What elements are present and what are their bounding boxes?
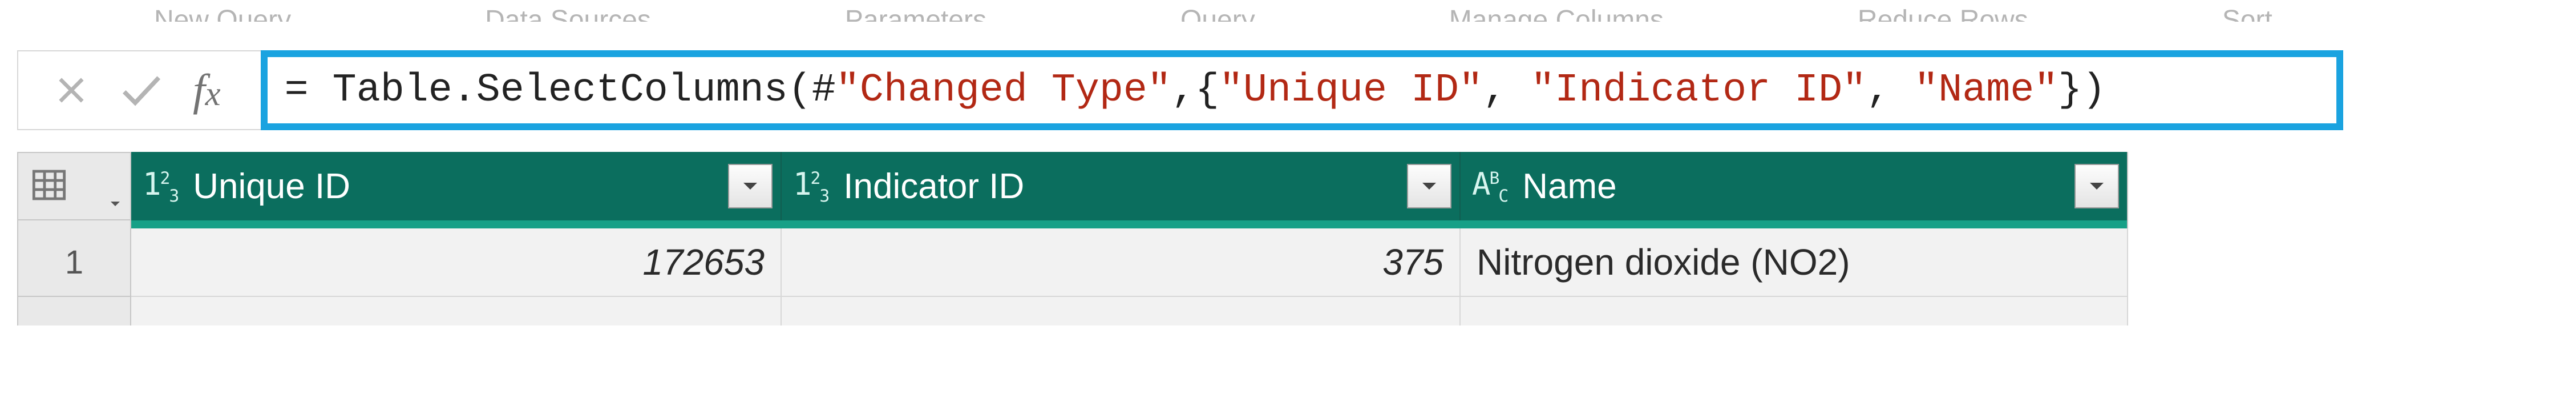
formula-text: , bbox=[1866, 68, 1914, 113]
column-quality-bar bbox=[17, 220, 2185, 228]
ribbon-label: Parameters bbox=[845, 5, 986, 22]
formula-text: , bbox=[1483, 68, 1531, 113]
ribbon-label: Reduce Rows bbox=[1858, 5, 2028, 22]
column-filter-button[interactable] bbox=[2074, 164, 2119, 208]
cancel-icon[interactable] bbox=[52, 71, 90, 109]
row-number[interactable] bbox=[17, 297, 131, 325]
cell-name[interactable]: Nitrogen dioxide (NO2) bbox=[1461, 228, 2128, 297]
cell-indicator-id[interactable]: 375 bbox=[782, 228, 1461, 297]
chevron-down-icon bbox=[108, 197, 122, 214]
table-row[interactable] bbox=[17, 297, 2185, 325]
column-header-name[interactable]: ABC Name bbox=[1461, 152, 2128, 220]
table-icon bbox=[31, 167, 67, 206]
column-filter-button[interactable] bbox=[728, 164, 773, 208]
ribbon-label: Query bbox=[1180, 5, 1255, 22]
column-label: Unique ID bbox=[193, 166, 350, 207]
formula-text: = Table.SelectColumns(# bbox=[285, 68, 836, 113]
cell-indicator-id[interactable] bbox=[782, 297, 1461, 325]
confirm-icon[interactable] bbox=[119, 71, 164, 109]
column-label: Name bbox=[1522, 166, 1616, 207]
formula-string: "Changed Type" bbox=[836, 68, 1171, 113]
formula-text: }) bbox=[2058, 68, 2106, 113]
number-type-icon: 123 bbox=[143, 166, 178, 206]
data-table: 123 Unique ID 123 Indicator ID ABC Name bbox=[17, 152, 2185, 325]
formula-bar-buttons: fx bbox=[17, 50, 261, 130]
table-header-row: 123 Unique ID 123 Indicator ID ABC Name bbox=[17, 152, 2185, 220]
column-label: Indicator ID bbox=[843, 166, 1024, 207]
row-number[interactable]: 1 bbox=[17, 228, 131, 297]
select-all-corner[interactable] bbox=[17, 152, 131, 220]
ribbon-label: Manage Columns bbox=[1449, 5, 1664, 22]
column-header-unique-id[interactable]: 123 Unique ID bbox=[131, 152, 782, 220]
table-row[interactable]: 1 172653 375 Nitrogen dioxide (NO2) bbox=[17, 228, 2185, 297]
formula-bar: fx = Table.SelectColumns(#"Changed Type"… bbox=[17, 50, 2559, 130]
cell-unique-id[interactable]: 172653 bbox=[131, 228, 782, 297]
cell-name[interactable] bbox=[1461, 297, 2128, 325]
ribbon-label: Data Sources bbox=[485, 5, 651, 22]
ribbon-label: Sort bbox=[2222, 5, 2272, 22]
formula-input[interactable]: = Table.SelectColumns(#"Changed Type",{"… bbox=[261, 50, 2343, 130]
formula-string: "Unique ID" bbox=[1219, 68, 1483, 113]
cell-unique-id[interactable] bbox=[131, 297, 782, 325]
formula-string: "Indicator ID" bbox=[1531, 68, 1866, 113]
number-type-icon: 123 bbox=[793, 166, 828, 206]
ribbon-group-labels: New Query Data Sources Parameters Query … bbox=[17, 5, 2559, 22]
ribbon-label: New Query bbox=[154, 5, 291, 22]
column-filter-button[interactable] bbox=[1407, 164, 1451, 208]
formula-text: ,{ bbox=[1171, 68, 1219, 113]
fx-icon[interactable]: fx bbox=[193, 65, 221, 116]
formula-string: "Name" bbox=[1914, 68, 2058, 113]
text-type-icon: ABC bbox=[1472, 166, 1507, 206]
column-header-indicator-id[interactable]: 123 Indicator ID bbox=[782, 152, 1461, 220]
